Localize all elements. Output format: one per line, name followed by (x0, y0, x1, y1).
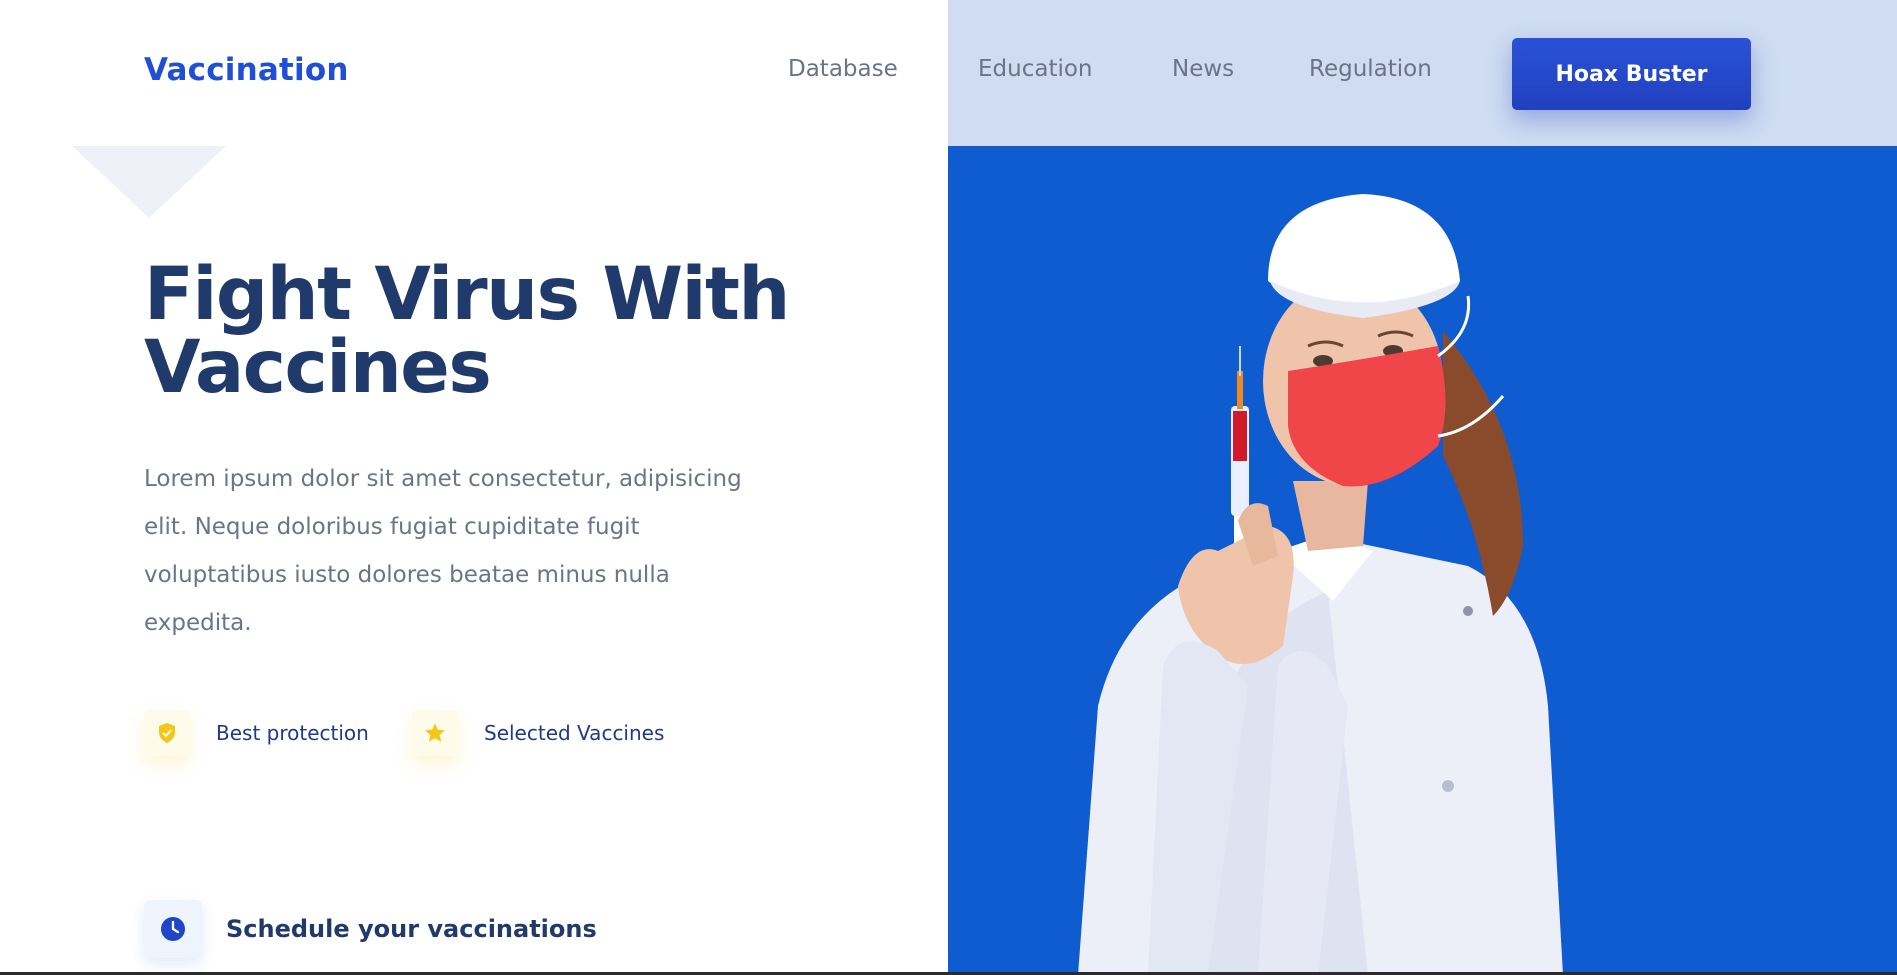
hoax-buster-button[interactable]: Hoax Buster (1512, 38, 1751, 110)
headline-line-2: Vaccines (144, 325, 492, 410)
nav-news[interactable]: News (1172, 56, 1234, 82)
nurse-illustration (1078, 194, 1563, 975)
schedule-label: Schedule your vaccinations (226, 915, 597, 943)
nav-database[interactable]: Database (788, 56, 898, 82)
feature-label: Best protection (216, 721, 369, 745)
decorative-triangle (72, 146, 226, 218)
shield-check-icon (144, 710, 190, 756)
nav-education[interactable]: Education (978, 56, 1093, 82)
feature-best-protection: Best protection (144, 709, 369, 757)
hero-description: Lorem ipsum dolor sit amet consectetur, … (144, 466, 742, 636)
star-icon (412, 710, 458, 756)
schedule-vaccinations-link[interactable]: Schedule your vaccinations (144, 900, 597, 958)
nav-regulation[interactable]: Regulation (1309, 56, 1432, 82)
clock-icon (144, 900, 202, 958)
feature-selected-vaccines: Selected Vaccines (412, 709, 664, 757)
hero-headline: Fight Virus With Vaccines (144, 258, 844, 404)
hero-image (948, 146, 1897, 975)
page: Vaccination Database Education News Regu… (0, 0, 1897, 975)
feature-label: Selected Vaccines (484, 721, 665, 745)
